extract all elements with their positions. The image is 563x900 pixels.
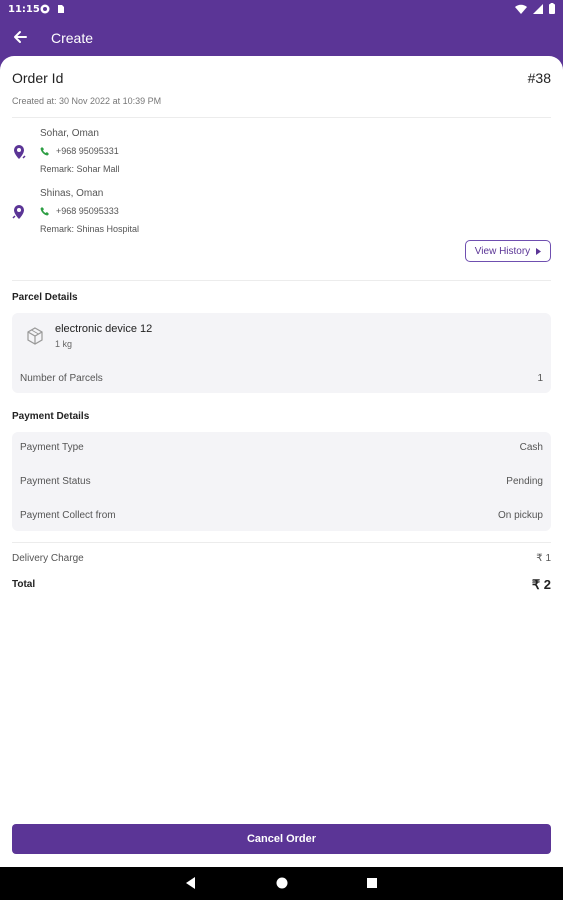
order-id-label: Order Id — [12, 70, 64, 86]
package-box-icon — [27, 327, 43, 345]
total-row: Total ₹ 2 — [12, 577, 551, 592]
parcel-card: electronic device 12 1 kg Number of Parc… — [12, 313, 551, 393]
payment-type-label: Payment Type — [20, 442, 84, 453]
nav-recents-icon[interactable] — [365, 876, 379, 890]
battery-icon — [549, 3, 555, 14]
payment-details-title: Payment Details — [12, 411, 90, 422]
parcel-count-row: Number of Parcels 1 — [20, 373, 543, 384]
pickup-city: Sohar, Oman — [40, 128, 99, 139]
parcel-count-value: 1 — [537, 373, 543, 384]
location-pin-icon — [14, 145, 26, 159]
dropoff-phone[interactable]: +968 95095333 — [56, 206, 119, 216]
payment-card: Payment Type Cash Payment Status Pending… — [12, 432, 551, 531]
wifi-icon — [515, 4, 527, 14]
payment-status-value: Pending — [506, 476, 543, 487]
app-notification-icon — [40, 4, 50, 14]
payment-status-label: Payment Status — [20, 476, 91, 487]
sim-card-icon — [58, 5, 64, 13]
payment-collect-label: Payment Collect from — [20, 510, 116, 521]
view-history-label: View History — [474, 245, 531, 257]
nav-home-icon[interactable] — [275, 876, 289, 890]
total-value: ₹ 2 — [531, 577, 551, 592]
dropoff-location: Shinas, Oman +968 95095333 Remark: Shina… — [12, 188, 551, 238]
phone-icon[interactable] — [40, 206, 50, 216]
payment-collect-value: On pickup — [497, 510, 543, 521]
delivery-charge-row: Delivery Charge ₹ 1 — [12, 553, 551, 564]
pickup-phone[interactable]: +968 95095331 — [56, 146, 119, 156]
system-navigation-bar — [0, 867, 563, 900]
parcel-details-title: Parcel Details — [12, 292, 78, 303]
divider — [12, 542, 551, 543]
dropoff-remark: Remark: Shinas Hospital — [40, 224, 140, 234]
dropoff-city: Shinas, Oman — [40, 188, 104, 199]
parcel-item-weight: 1 kg — [55, 339, 73, 349]
nav-back-icon[interactable] — [184, 876, 198, 890]
delivery-charge-label: Delivery Charge — [12, 553, 84, 564]
caret-right-icon — [536, 247, 542, 255]
pickup-location: Sohar, Oman +968 95095331 Remark: Sohar … — [12, 128, 551, 178]
divider — [12, 117, 551, 118]
pickup-remark: Remark: Sohar Mall — [40, 164, 120, 174]
delivery-charge-value: ₹ 1 — [536, 553, 551, 564]
signal-icon — [533, 3, 543, 14]
app-bar: Create — [0, 20, 563, 56]
location-pin-icon — [12, 205, 24, 219]
payment-collect-row: Payment Collect from On pickup — [20, 510, 543, 521]
phone-icon[interactable] — [40, 146, 50, 156]
parcel-count-label: Number of Parcels — [20, 373, 103, 384]
payment-type-value: Cash — [519, 442, 543, 453]
order-details-panel: Order Id #38 Created at: 30 Nov 2022 at … — [0, 56, 563, 867]
order-number: #38 — [527, 70, 551, 86]
status-time: 11:15 — [8, 4, 40, 15]
payment-type-row: Payment Type Cash — [20, 442, 543, 453]
cancel-order-button[interactable]: Cancel Order — [12, 824, 551, 854]
payment-status-row: Payment Status Pending — [20, 476, 543, 487]
total-label: Total — [12, 579, 36, 590]
order-created-at: Created at: 30 Nov 2022 at 10:39 PM — [12, 96, 162, 106]
view-history-button[interactable]: View History — [465, 240, 551, 262]
status-bar: 11:15 — [0, 0, 563, 20]
parcel-item-name: electronic device 12 — [55, 323, 153, 335]
back-arrow-icon[interactable] — [10, 27, 30, 47]
page-title: Create — [51, 30, 94, 46]
divider — [12, 280, 551, 281]
